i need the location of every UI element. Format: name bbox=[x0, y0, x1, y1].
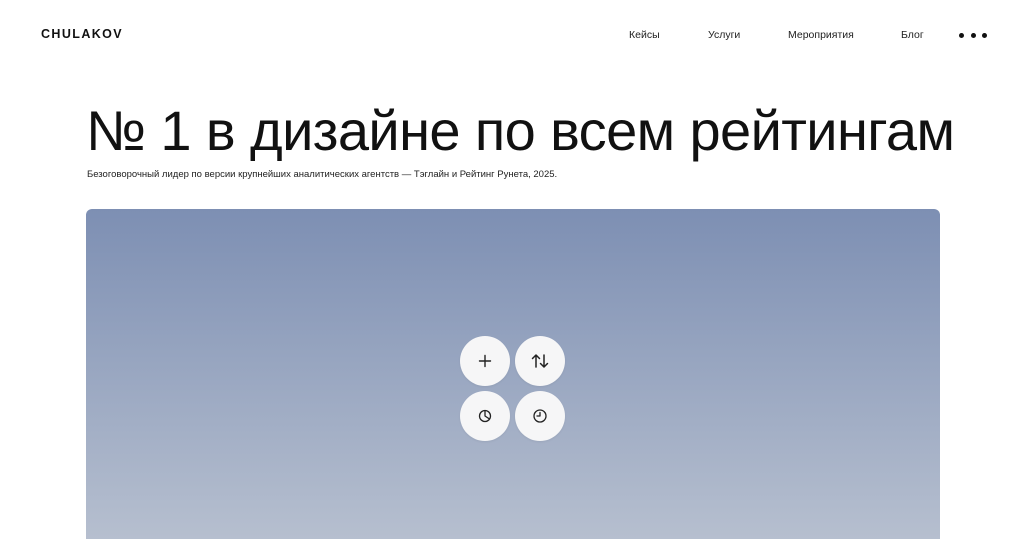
nav-item-blog[interactable]: Блог bbox=[901, 28, 924, 42]
pie-chart-icon bbox=[478, 409, 492, 423]
dot bbox=[970, 32, 976, 38]
nav-item-events[interactable]: Мероприятия bbox=[788, 28, 854, 42]
clock-icon bbox=[533, 409, 547, 423]
plus-button[interactable] bbox=[460, 336, 510, 386]
clock-button[interactable] bbox=[515, 391, 565, 441]
nav-item-services[interactable]: Услуги bbox=[708, 28, 740, 42]
hero-media-panel bbox=[86, 209, 940, 539]
sort-button[interactable] bbox=[515, 336, 565, 386]
plus-icon bbox=[478, 354, 492, 368]
dot bbox=[982, 32, 987, 38]
page-title: № 1 в дизайне по всем рейтингам bbox=[86, 99, 955, 162]
more-dots-icon[interactable] bbox=[959, 31, 987, 39]
sort-arrows-icon bbox=[531, 354, 549, 368]
main-nav: Кейсы Услуги Мероприятия Блог bbox=[0, 28, 1024, 42]
site-header: CHULAKOV Кейсы Услуги Мероприятия Блог bbox=[0, 0, 1024, 68]
pie-chart-button[interactable] bbox=[460, 391, 510, 441]
page-subtitle: Безоговорочный лидер по версии крупнейши… bbox=[87, 169, 558, 180]
nav-item-cases[interactable]: Кейсы bbox=[629, 28, 660, 42]
dot bbox=[959, 32, 964, 38]
